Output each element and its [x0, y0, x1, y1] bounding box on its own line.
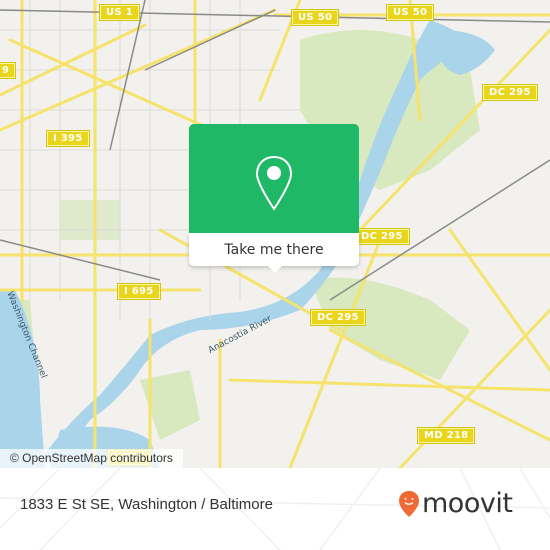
- map-pin-icon: [255, 155, 293, 211]
- footer-bar: 1833 E St SE, Washington / Baltimore moo…: [0, 468, 550, 550]
- route-shield-dc-295: DC 295: [310, 309, 366, 326]
- route-shield-dc-295: DC 295: [354, 228, 410, 245]
- route-shield-us-50: US 50: [290, 9, 340, 26]
- popup-pointer: [267, 265, 283, 273]
- route-shield-md-218: MD 218: [416, 427, 476, 444]
- route-shield-us-50: US 50: [385, 4, 435, 21]
- take-me-there-button[interactable]: Take me there: [189, 233, 359, 266]
- osm-attribution[interactable]: © OpenStreetMap contributors: [0, 449, 183, 468]
- popup-header: [189, 124, 359, 233]
- moovit-wordmark: moovit: [422, 488, 513, 519]
- route-shield-i-395: I 395: [46, 130, 90, 147]
- route-shield-9: 9: [0, 62, 17, 79]
- location-popup: Take me there: [189, 124, 359, 266]
- map[interactable]: US 1 US 50 US 50 9 I 395 DC 295 DC 295 D…: [0, 0, 550, 468]
- route-shield-i-695: I 695: [117, 283, 161, 300]
- route-shield-us-1: US 1: [99, 4, 140, 21]
- location-address: 1833 E St SE, Washington / Baltimore: [20, 496, 273, 513]
- moovit-logo[interactable]: moovit: [398, 488, 513, 519]
- moovit-pin-icon: [399, 490, 419, 517]
- route-shield-dc-295: DC 295: [482, 84, 538, 101]
